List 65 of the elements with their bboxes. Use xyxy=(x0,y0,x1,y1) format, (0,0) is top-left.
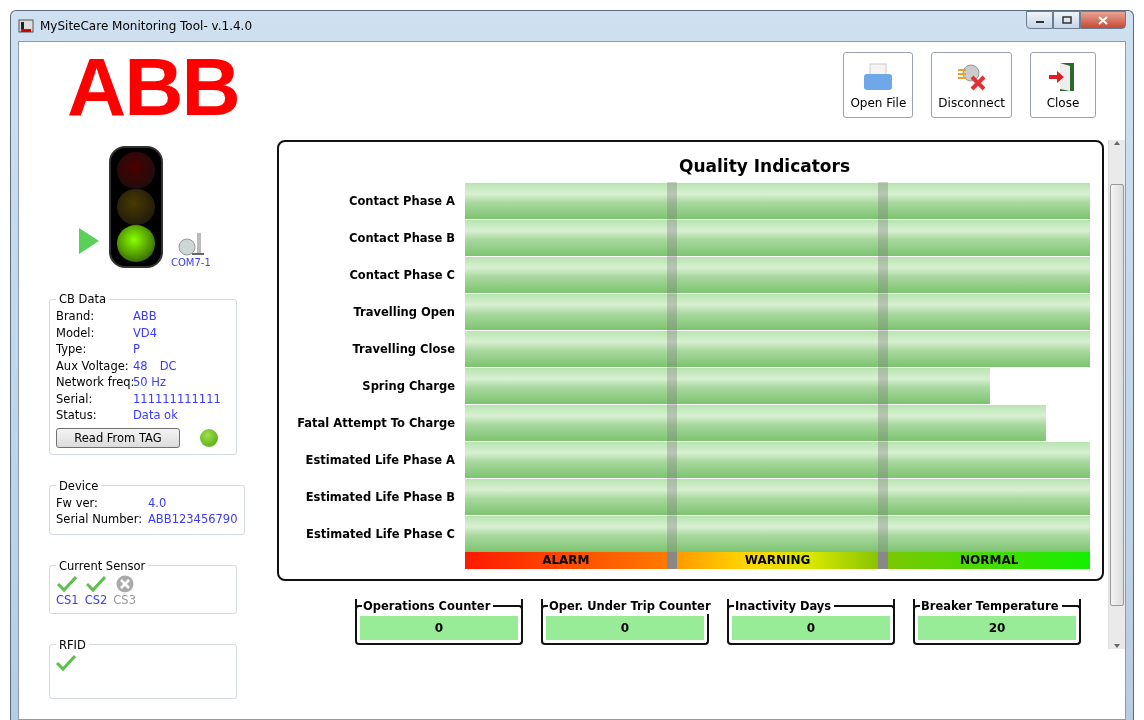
field-label: Status: xyxy=(56,407,98,424)
scale-segment: NORMAL xyxy=(888,552,1090,569)
panel-title: CB Data xyxy=(58,292,108,306)
read-tag-button[interactable]: Read From TAG xyxy=(56,427,180,448)
counter-label: Operations Counter xyxy=(362,599,494,614)
toolbar-button[interactable]: Open File xyxy=(843,52,914,118)
toolbar-button[interactable]: Disconnect xyxy=(931,52,1012,118)
field-label: Serial Number: xyxy=(56,511,144,528)
scale-segment: WARNING xyxy=(676,552,879,569)
sensor-label: CS2 xyxy=(84,592,108,607)
indicator-label: Estimated Life Phase B xyxy=(304,489,456,504)
field-label: Network freq: xyxy=(56,374,133,391)
indicator-label: Fatal Attempt To Charge xyxy=(296,415,456,430)
indicator-label: Estimated Life Phase C xyxy=(305,526,456,541)
field-value: 4.0 xyxy=(148,494,168,511)
connector-icon xyxy=(175,231,206,257)
panel-title: Quality Indicators xyxy=(677,156,852,176)
counter-value: 0 xyxy=(732,616,890,640)
field-value: ABB xyxy=(133,308,157,325)
indicator-label: Estimated Life Phase A xyxy=(304,452,456,467)
maximize-icon xyxy=(1061,16,1072,24)
counter-value: 20 xyxy=(918,616,1076,640)
brand-logo: ABB xyxy=(67,54,240,120)
minimize-button[interactable] xyxy=(1026,11,1053,29)
indicator-label: Travelling Close xyxy=(351,341,456,356)
field-label: Serial: xyxy=(56,390,94,407)
field-label: Aux Voltage: xyxy=(56,357,130,374)
field-value: VD4 xyxy=(133,324,158,341)
field-value: 50 Hz xyxy=(133,374,166,391)
scroll-up-icon[interactable] xyxy=(1113,140,1121,146)
indicator-label: Contact Phase A xyxy=(347,193,456,208)
panel-title: Current Sensor xyxy=(58,558,147,573)
scrollbar[interactable] xyxy=(1108,140,1125,649)
indicator-label: Spring Charge xyxy=(361,378,456,393)
sensor-label: CS3 xyxy=(113,592,136,607)
window-title: MySiteCare Monitoring Tool- v.1.4.0 xyxy=(40,19,253,33)
close-icon xyxy=(1098,15,1108,25)
field-value: ABB123456790 xyxy=(148,511,238,528)
app-icon xyxy=(18,18,34,34)
maximize-button[interactable] xyxy=(1053,11,1080,29)
counter-label: Inactivity Days xyxy=(734,599,835,614)
field-value: 111111111111 xyxy=(133,390,221,407)
indicator-label: Contact Phase C xyxy=(348,267,456,282)
scroll-down-icon[interactable] xyxy=(1113,643,1121,649)
counter-label: Breaker Temperature xyxy=(920,599,1062,614)
sensor-label: CS1 xyxy=(56,592,79,607)
indicator-label: Travelling Open xyxy=(352,304,456,319)
field-unit: DC xyxy=(159,357,177,374)
field-value: Data ok xyxy=(133,407,178,424)
field-label: Model: xyxy=(56,324,96,341)
panel-title: RFID xyxy=(58,637,87,652)
field-label: Fw ver: xyxy=(56,494,99,511)
toolbar-button[interactable]: Close xyxy=(1030,52,1096,118)
field-value: P xyxy=(133,341,140,358)
counter-label: Oper. Under Trip Counter xyxy=(548,599,714,614)
field-label: Type: xyxy=(56,341,88,358)
field-label: Brand: xyxy=(56,308,96,325)
scale-segment: ALARM xyxy=(465,552,667,569)
counter-value: 0 xyxy=(360,616,518,640)
indicator-label: Contact Phase B xyxy=(348,230,456,245)
close-button[interactable] xyxy=(1080,11,1126,29)
field-value: 48 xyxy=(133,357,148,374)
panel-title: Device xyxy=(58,478,100,493)
port-label: COM7-1 xyxy=(171,257,211,268)
counter-value: 0 xyxy=(546,616,704,640)
